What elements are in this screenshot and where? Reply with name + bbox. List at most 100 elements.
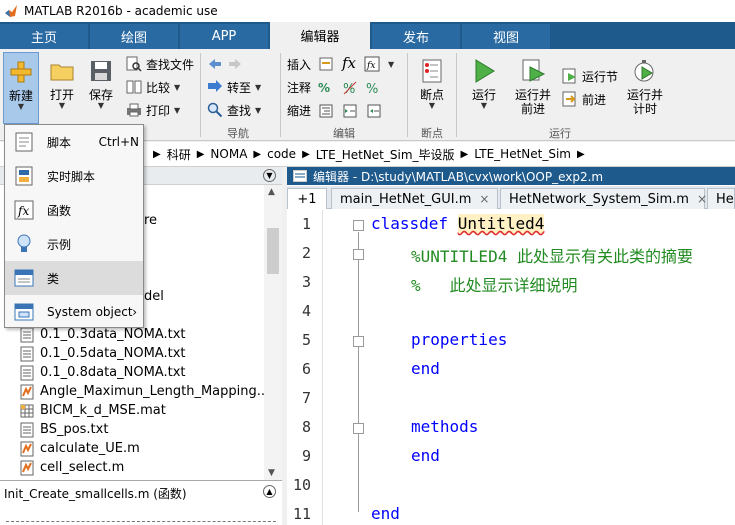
menu-item-label: 函数: [47, 203, 72, 218]
breakpoints-button[interactable]: 断点 ▼: [414, 52, 450, 124]
breadcrumb-item[interactable]: LTE_HetNet_Sim: [474, 147, 571, 161]
editor-tab[interactable]: main_HetNet_GUI.m ×: [331, 188, 498, 209]
list-item[interactable]: 0.1_0.8data_NOMA.txt: [20, 363, 186, 382]
tab-view[interactable]: 视图: [462, 24, 550, 49]
insert-section-icon: [318, 56, 334, 72]
compare-button[interactable]: 比较 ▼: [126, 77, 180, 97]
wrap-comment-glyph-icon: %: [366, 80, 382, 97]
list-item[interactable]: del: [144, 287, 164, 306]
list-item[interactable]: calculate_UE.m: [20, 439, 140, 458]
tab-home[interactable]: 主页: [0, 24, 88, 49]
system-object-icon: [13, 301, 35, 323]
print-button[interactable]: 打印 ▼: [126, 100, 180, 120]
tab-new-file[interactable]: +1: [287, 188, 327, 209]
list-item[interactable]: 0.1_0.5data_NOMA.txt: [20, 344, 186, 363]
tab-publish[interactable]: 发布: [372, 24, 460, 49]
ribbon-tab-strip: 主页 绘图 APP 编辑器 发布 视图: [0, 22, 735, 49]
script-icon: [13, 131, 35, 153]
editor-tab-label: He: [716, 191, 734, 207]
function-icon: fx: [13, 199, 35, 221]
insert-function-button[interactable]: fx ▼: [364, 54, 394, 74]
breadcrumb-item[interactable]: NOMA: [210, 147, 247, 161]
tab-editor[interactable]: 编辑器: [270, 22, 370, 49]
editor-tab[interactable]: HetNetwork_System_Sim.m ×: [500, 188, 707, 209]
fold-toggle-icon[interactable]: [353, 336, 364, 347]
line-number: 11: [292, 505, 311, 523]
comment-button[interactable]: 注释: [287, 77, 311, 97]
insert-section-icon-button[interactable]: [318, 54, 338, 74]
list-item[interactable]: cell_select.m: [20, 458, 124, 477]
menu-item-live-script[interactable]: 实时脚本: [5, 159, 143, 193]
find-button[interactable]: 查找 ▼: [207, 100, 261, 120]
menu-item-script[interactable]: 脚本 Ctrl+N: [5, 125, 143, 159]
file-list-scrollbar[interactable]: ▲ ▼: [264, 185, 282, 480]
code-keyword[interactable]: properties: [411, 330, 507, 352]
menu-item-system-object[interactable]: System object ›: [5, 295, 143, 329]
file-name: 0.1_0.8data_NOMA.txt: [40, 365, 186, 380]
file-name: 0.1_0.3data_NOMA.txt: [40, 327, 186, 342]
code-comment[interactable]: % 此处显示详细说明: [411, 272, 578, 295]
list-item[interactable]: BS_pos.txt: [20, 420, 108, 439]
code-comment[interactable]: %UNTITLED4 此处显示有关此类的摘要: [411, 243, 693, 266]
breadcrumb-item[interactable]: LTE_HetNet_Sim_毕设版: [316, 146, 455, 163]
text-file-icon: [20, 346, 34, 362]
save-button[interactable]: 保存 ▼: [83, 52, 119, 124]
indent-button[interactable]: 缩进: [287, 100, 311, 120]
goto-button[interactable]: 转至 ▼: [207, 77, 261, 97]
back-forward-buttons[interactable]: [207, 54, 247, 74]
decrease-indent-icon[interactable]: [366, 101, 386, 121]
tab-plots[interactable]: 绘图: [90, 24, 178, 49]
list-item[interactable]: Angle_Maximun_Length_Mapping...: [20, 382, 264, 401]
panel-actions-icon[interactable]: ▼: [263, 169, 276, 182]
insert-button[interactable]: 插入: [287, 54, 311, 74]
new-button[interactable]: 新建 ▼: [3, 52, 39, 124]
details-collapse-icon[interactable]: ▲: [263, 485, 276, 498]
fold-toggle-icon[interactable]: [353, 423, 364, 434]
scroll-up-icon[interactable]: ▲: [268, 187, 275, 197]
breadcrumb-item[interactable]: code: [267, 147, 296, 161]
comment-label: 注释: [287, 80, 312, 95]
list-item[interactable]: BICM_k_d_MSE.mat: [20, 401, 166, 420]
advance-button[interactable]: 前进: [562, 89, 606, 109]
run-and-advance-button[interactable]: 运行并 前进: [514, 52, 552, 124]
run-section-icon: [562, 68, 578, 84]
indent-label: 缩进: [287, 103, 312, 118]
list-item[interactable]: re: [144, 211, 157, 230]
svg-text:fx: fx: [366, 61, 375, 71]
editor-tab[interactable]: He: [707, 188, 735, 209]
fold-toggle-icon[interactable]: [353, 220, 364, 231]
uncomment-icon[interactable]: %: [342, 78, 362, 98]
compare-icon: [126, 79, 142, 95]
run-section-button[interactable]: 运行节: [562, 66, 618, 86]
scroll-down-icon[interactable]: ▼: [268, 468, 275, 478]
tab-apps[interactable]: APP: [180, 24, 268, 49]
new-label: 新建: [8, 89, 33, 103]
code-keyword[interactable]: end: [371, 504, 400, 525]
close-icon[interactable]: ×: [697, 192, 707, 206]
printer-icon: [126, 102, 142, 118]
close-icon[interactable]: ×: [479, 192, 489, 206]
breadcrumb-item[interactable]: 科研: [167, 146, 191, 163]
fold-toggle-icon[interactable]: [353, 249, 364, 260]
code-keyword[interactable]: methods: [411, 417, 478, 439]
menu-item-function[interactable]: fx 函数: [5, 193, 143, 227]
compare-label: 比较: [146, 80, 171, 95]
code-keyword[interactable]: end: [411, 359, 440, 381]
menu-item-label: 类: [47, 271, 60, 286]
comment-percent-icon[interactable]: %: [318, 78, 330, 98]
run-and-time-button[interactable]: 运行并 计时: [626, 52, 664, 124]
menu-item-class[interactable]: 类: [5, 261, 143, 295]
smart-indent-icon[interactable]: [318, 101, 338, 121]
advance-icon: [562, 91, 578, 107]
wrap-comment-icon[interactable]: %: [366, 78, 386, 98]
find-files-button[interactable]: 查找文件: [126, 54, 194, 74]
open-button[interactable]: 打开 ▼: [44, 52, 80, 124]
menu-item-example[interactable]: 示例: [5, 227, 143, 261]
fold-guide: [358, 232, 359, 512]
scrollbar-thumb[interactable]: [267, 228, 279, 274]
code-line[interactable]: classdef Untitled4: [371, 214, 545, 236]
fx-icon[interactable]: fx: [342, 53, 356, 73]
run-button[interactable]: 运行 ▼: [466, 52, 502, 124]
increase-indent-icon[interactable]: [342, 101, 362, 121]
code-keyword[interactable]: end: [411, 446, 440, 468]
